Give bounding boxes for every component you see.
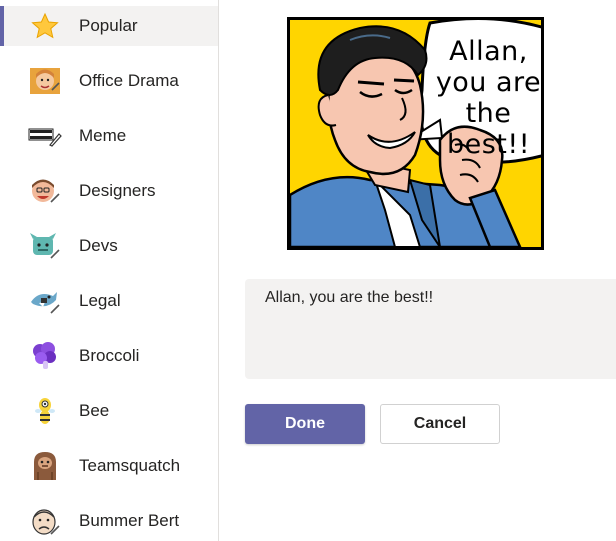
sidebar-item-broccoli[interactable]: Broccoli bbox=[0, 336, 218, 376]
bee-icon bbox=[28, 395, 62, 427]
sidebar-item-label: Bee bbox=[79, 401, 110, 420]
bummer-bert-icon bbox=[28, 505, 62, 537]
designers-icon bbox=[28, 175, 62, 207]
meme-preview: Allan, you are the best!! bbox=[287, 17, 544, 250]
sidebar-item-label: Popular bbox=[79, 16, 138, 35]
sidebar-item-bummer-bert[interactable]: Bummer Bert bbox=[0, 501, 218, 541]
meme-icon bbox=[28, 120, 62, 152]
teamsquatch-icon bbox=[28, 450, 62, 482]
sidebar-item-devs[interactable]: Devs bbox=[0, 226, 218, 266]
sidebar-item-meme[interactable]: Meme bbox=[0, 116, 218, 156]
cancel-button[interactable]: Cancel bbox=[380, 404, 500, 444]
star-icon bbox=[28, 10, 62, 42]
sidebar-item-label: Meme bbox=[79, 126, 127, 145]
devs-icon bbox=[28, 230, 62, 262]
sidebar-item-label: Devs bbox=[79, 236, 118, 255]
broccoli-icon bbox=[28, 340, 62, 372]
sidebar-item-office-drama[interactable]: Office Drama bbox=[0, 61, 218, 101]
office-drama-icon bbox=[28, 65, 62, 97]
meme-bubble-line: Allan, bbox=[449, 36, 528, 67]
done-button[interactable]: Done bbox=[245, 404, 365, 444]
sidebar-item-label: Bummer Bert bbox=[79, 511, 180, 530]
sticker-category-sidebar: Popular Office Drama Meme Designers Devs… bbox=[0, 0, 219, 541]
sidebar-item-popular[interactable]: Popular bbox=[0, 6, 218, 46]
sidebar-item-label: Teamsquatch bbox=[79, 456, 181, 475]
sidebar-item-label: Broccoli bbox=[79, 346, 140, 365]
meme-bubble-line: the best!! bbox=[446, 98, 531, 160]
sidebar-item-designers[interactable]: Designers bbox=[0, 171, 218, 211]
sidebar-item-bee[interactable]: Bee bbox=[0, 391, 218, 431]
caption-input[interactable]: Allan, you are the best!! bbox=[245, 279, 616, 379]
caption-input-value: Allan, you are the best!! bbox=[265, 289, 434, 306]
meme-bubble-line: you are bbox=[435, 67, 542, 98]
legal-icon bbox=[28, 285, 62, 317]
sidebar-item-label: Designers bbox=[79, 181, 156, 200]
sidebar-item-label: Legal bbox=[79, 291, 121, 310]
meme-bubble-text: Allan, you are the best!! bbox=[426, 36, 542, 160]
sidebar-item-teamsquatch[interactable]: Teamsquatch bbox=[0, 446, 218, 486]
sidebar-item-label: Office Drama bbox=[79, 71, 179, 90]
sidebar-item-legal[interactable]: Legal bbox=[0, 281, 218, 321]
